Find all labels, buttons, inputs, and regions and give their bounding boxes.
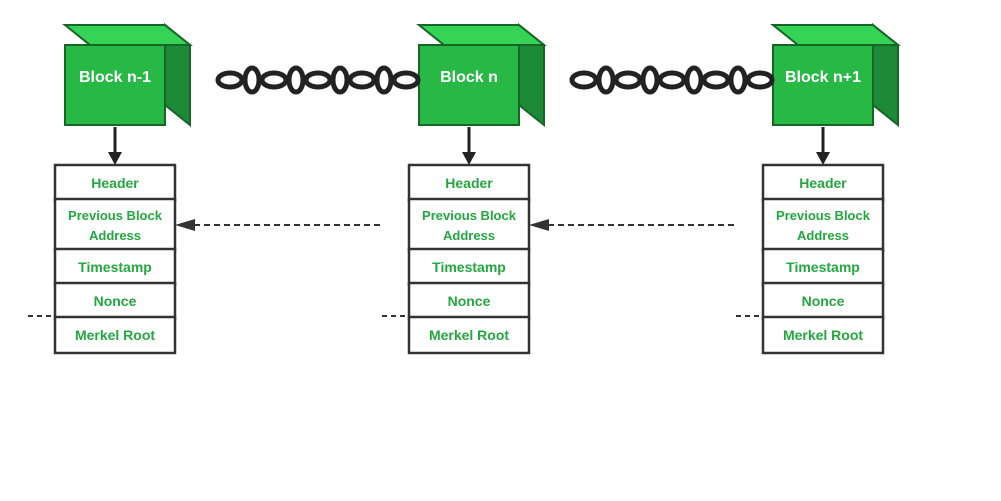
svg-text:Timestamp: Timestamp — [786, 259, 860, 275]
svg-text:Merkel Root: Merkel Root — [75, 327, 155, 343]
diagram-svg: Block n-1 Block n Block n+1 — [0, 0, 1001, 501]
svg-text:Address: Address — [797, 228, 849, 243]
svg-text:Nonce: Nonce — [802, 293, 845, 309]
svg-text:Nonce: Nonce — [94, 293, 137, 309]
svg-text:Previous Block: Previous Block — [68, 208, 163, 223]
svg-text:Address: Address — [89, 228, 141, 243]
svg-text:Address: Address — [443, 228, 495, 243]
svg-text:Merkel Root: Merkel Root — [429, 327, 509, 343]
svg-text:Header: Header — [445, 175, 493, 191]
block-n-minus-1-label: Block n-1 — [79, 69, 151, 86]
diagram: Block n-1 Block n Block n+1 — [0, 0, 1001, 501]
b1-header: Header — [91, 175, 139, 191]
svg-text:Previous Block: Previous Block — [422, 208, 517, 223]
block-n-label: Block n — [440, 69, 498, 86]
block-n-plus-1-label: Block n+1 — [785, 69, 861, 86]
svg-text:Merkel Root: Merkel Root — [783, 327, 863, 343]
svg-text:Header: Header — [799, 175, 847, 191]
svg-text:Previous Block: Previous Block — [776, 208, 871, 223]
svg-text:Timestamp: Timestamp — [432, 259, 506, 275]
svg-text:Timestamp: Timestamp — [78, 259, 152, 275]
svg-text:Nonce: Nonce — [448, 293, 491, 309]
